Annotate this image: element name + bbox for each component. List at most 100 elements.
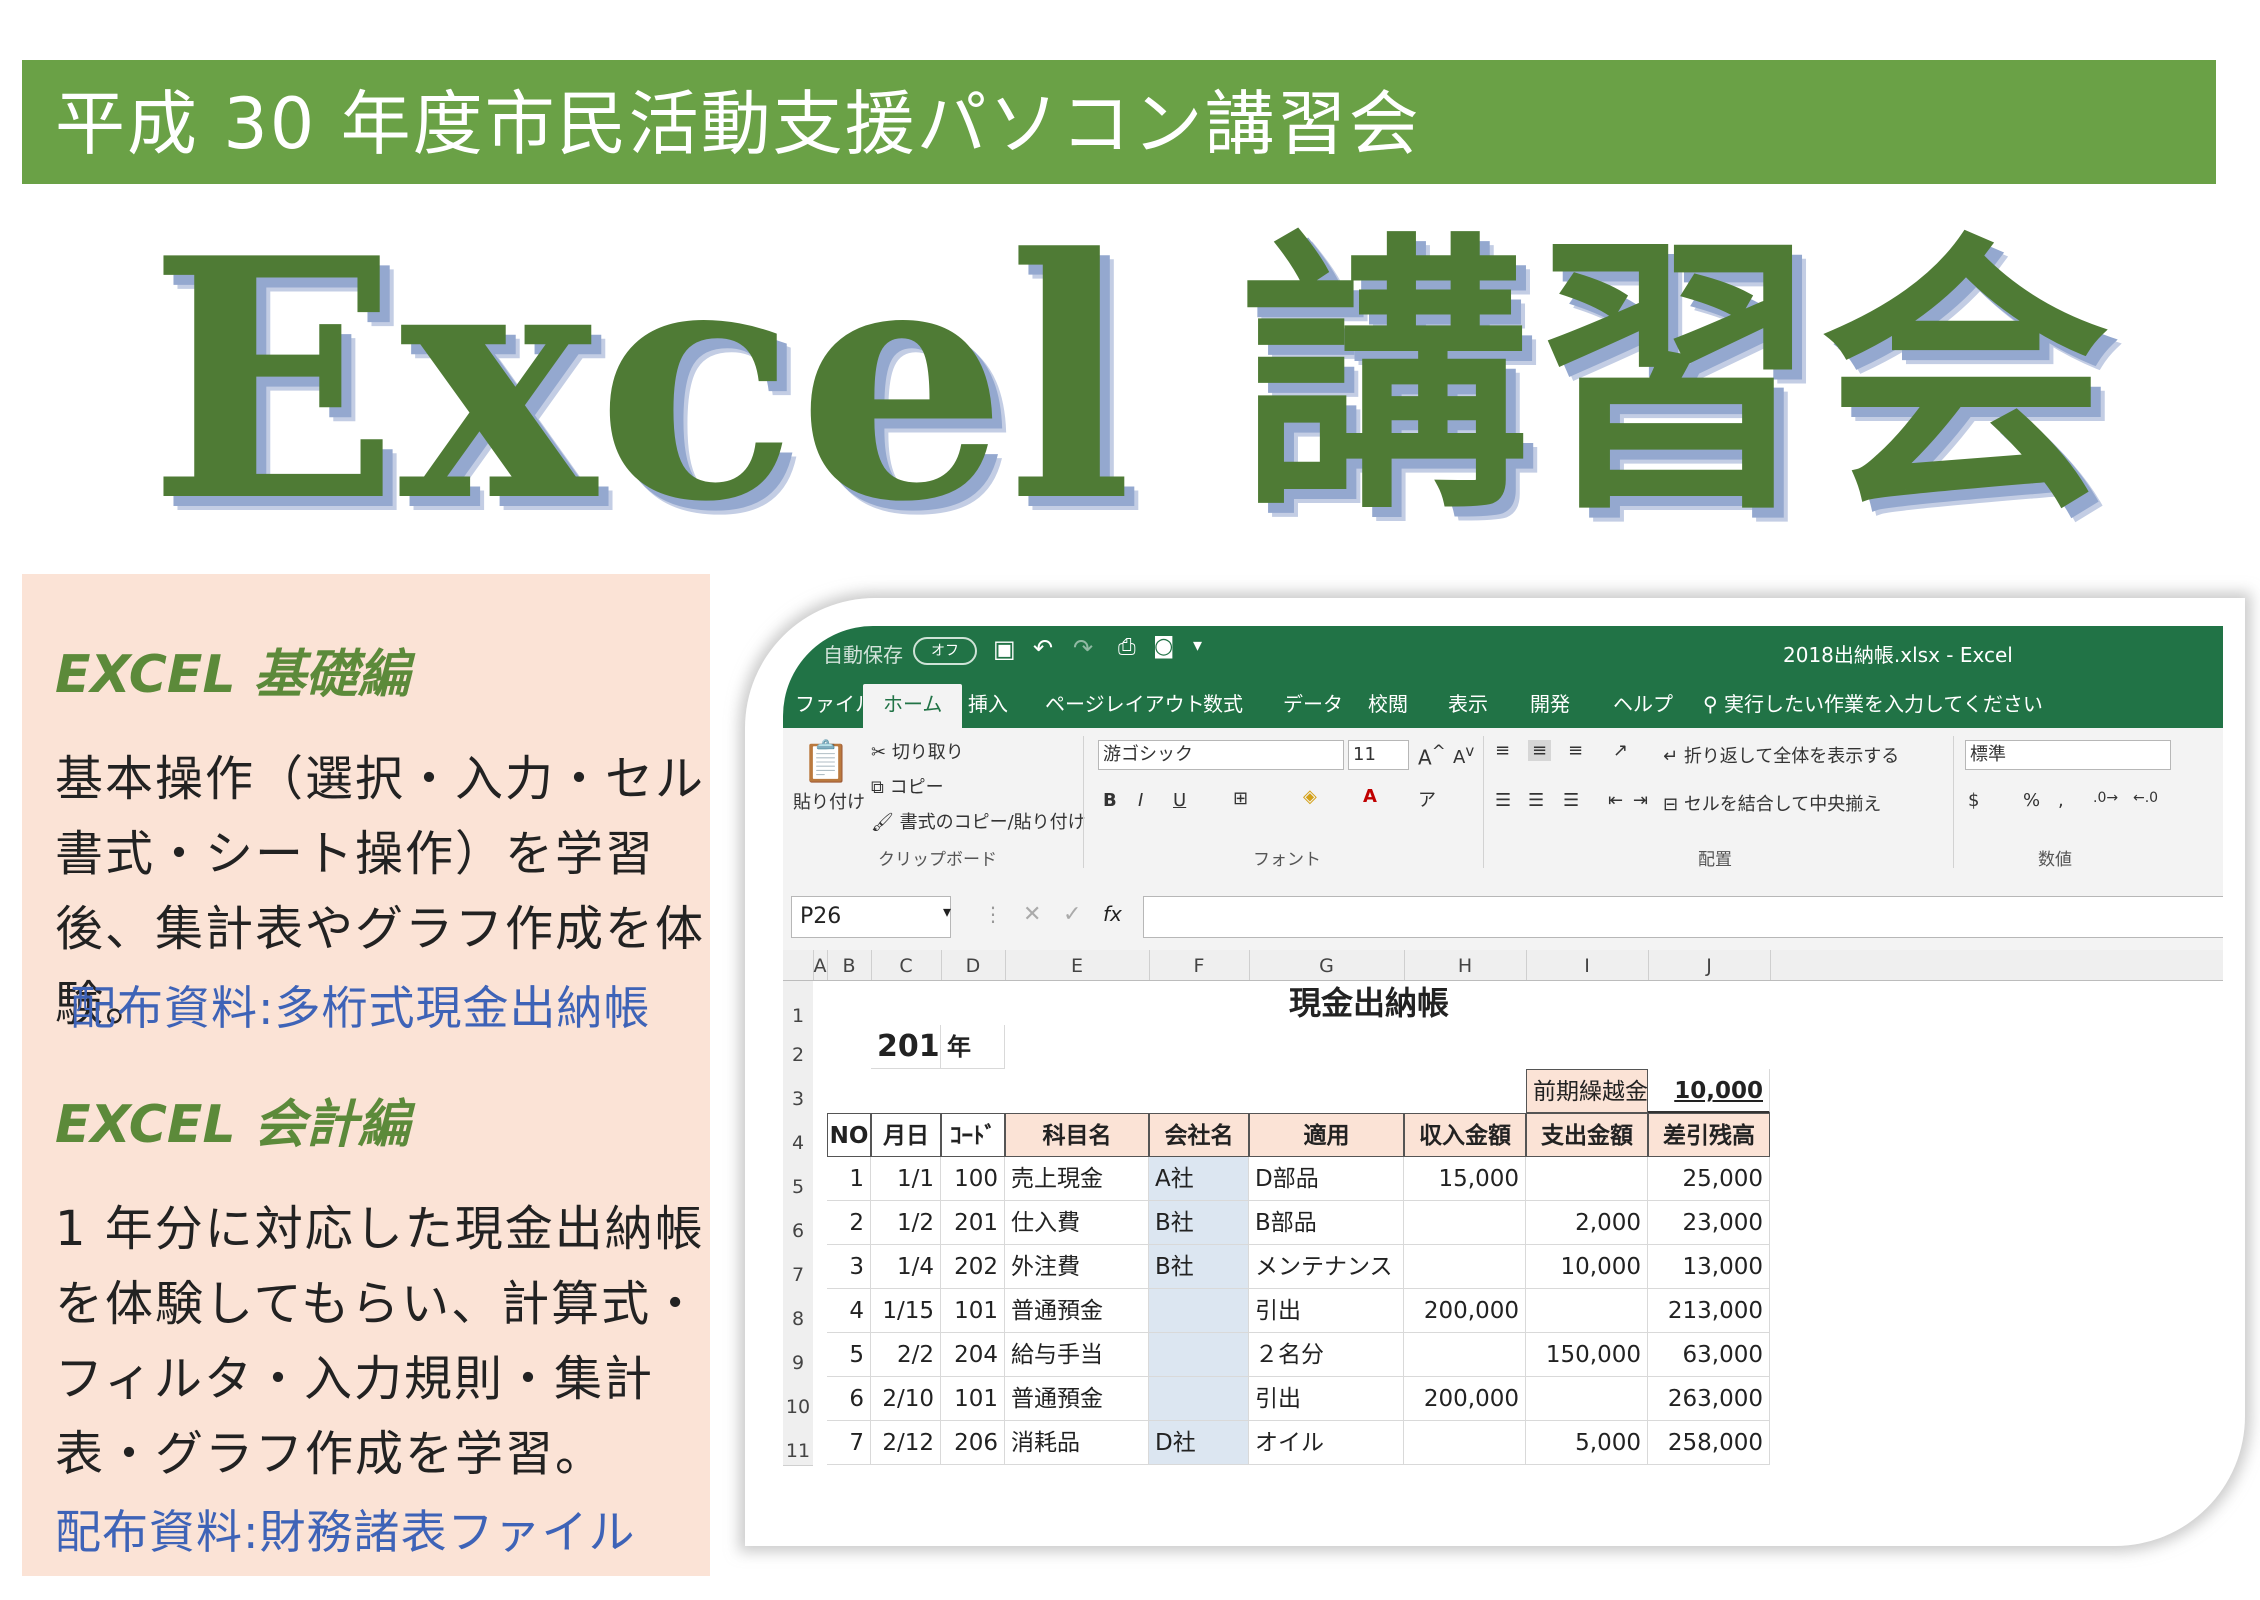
carryover-label-cell[interactable]: 前期繰越金	[1526, 1069, 1648, 1113]
number-format-select[interactable]: 標準	[1965, 740, 2171, 770]
column-header[interactable]: G	[1249, 950, 1405, 980]
table-cell[interactable]: 202	[941, 1245, 1005, 1289]
table-cell[interactable]: D社	[1149, 1421, 1249, 1465]
undo-icon[interactable]: ↶	[1033, 634, 1053, 662]
wrap-text-button[interactable]: ↵ 折り返して全体を表示する	[1663, 742, 1899, 768]
table-cell[interactable]: 外注費	[1005, 1245, 1149, 1289]
tab-view[interactable]: 表示	[1448, 688, 1488, 717]
header-cell[interactable]: 科目名	[1005, 1113, 1149, 1157]
table-cell[interactable]: 7	[827, 1421, 871, 1465]
table-cell[interactable]: 2,000	[1526, 1201, 1648, 1245]
table-cell[interactable]: D部品	[1249, 1157, 1404, 1201]
format-painter-button[interactable]: 🖌 書式のコピー/貼り付け	[871, 808, 1086, 834]
align-center-icon[interactable]: ☰	[1528, 790, 1544, 811]
increase-indent-icon[interactable]: ⇥	[1633, 790, 1648, 811]
table-cell[interactable]: B社	[1149, 1245, 1249, 1289]
decrease-indent-icon[interactable]: ⇤	[1608, 790, 1623, 811]
table-cell[interactable]: 3	[827, 1245, 871, 1289]
cut-button[interactable]: ✂ 切り取り	[871, 738, 964, 764]
select-all-corner[interactable]	[783, 950, 814, 980]
row-header[interactable]: 8	[783, 1289, 813, 1334]
table-cell[interactable]: 10,000	[1526, 1245, 1648, 1289]
table-cell[interactable]: 200,000	[1404, 1289, 1526, 1333]
table-cell[interactable]: 消耗品	[1005, 1421, 1149, 1465]
italic-icon[interactable]: I	[1138, 790, 1143, 811]
comma-icon[interactable]: ,	[2058, 790, 2064, 811]
table-cell[interactable]	[1149, 1333, 1249, 1377]
table-cell[interactable]: 63,000	[1648, 1333, 1770, 1377]
row-header[interactable]: 10	[783, 1377, 813, 1422]
save-icon[interactable]: ▣	[993, 635, 1016, 663]
column-header[interactable]: H	[1404, 950, 1527, 980]
paste-button[interactable]: 貼り付け	[793, 788, 865, 814]
cancel-icon[interactable]: ✕	[1023, 902, 1041, 927]
align-right-icon[interactable]: ☰	[1563, 790, 1579, 811]
table-cell[interactable]	[1526, 1157, 1648, 1201]
table-cell[interactable]	[1526, 1377, 1648, 1421]
font-size-select[interactable]: 11	[1348, 740, 1409, 770]
header-cell[interactable]: 適用	[1249, 1113, 1404, 1157]
camera-icon[interactable]: ◙	[1153, 634, 1174, 659]
table-cell[interactable]: 5,000	[1526, 1421, 1648, 1465]
print-preview-icon[interactable]: ⎙	[1118, 635, 1136, 660]
autosave-toggle[interactable]: オフ	[913, 637, 977, 665]
row-header[interactable]: 5	[783, 1157, 813, 1202]
enter-icon[interactable]: ✓	[1063, 902, 1081, 927]
table-cell[interactable]: 1/2	[871, 1201, 941, 1245]
column-header[interactable]: C	[871, 950, 942, 980]
table-cell[interactable]: B社	[1149, 1201, 1249, 1245]
column-header[interactable]: A	[813, 950, 828, 980]
table-cell[interactable]: 101	[941, 1289, 1005, 1333]
table-cell[interactable]: ２名分	[1249, 1333, 1404, 1377]
table-cell[interactable]: 206	[941, 1421, 1005, 1465]
redo-icon[interactable]: ↷	[1073, 634, 1093, 662]
header-cell[interactable]: 会社名	[1149, 1113, 1249, 1157]
tab-developer[interactable]: 開発	[1530, 688, 1570, 717]
table-cell[interactable]: 普通預金	[1005, 1377, 1149, 1421]
table-cell[interactable]: 売上現金	[1005, 1157, 1149, 1201]
row-header[interactable]: 11	[783, 1421, 813, 1466]
table-cell[interactable]	[1404, 1333, 1526, 1377]
header-cell[interactable]: 収入金額	[1404, 1113, 1526, 1157]
table-cell[interactable]: 2	[827, 1201, 871, 1245]
fill-color-icon[interactable]: ◈	[1303, 786, 1317, 807]
table-cell[interactable]: 204	[941, 1333, 1005, 1377]
carryover-value-cell[interactable]: 10,000	[1648, 1069, 1770, 1113]
table-cell[interactable]	[1404, 1421, 1526, 1465]
row-header[interactable]: 9	[783, 1333, 813, 1378]
paste-icon[interactable]: 📋	[801, 738, 851, 785]
table-cell[interactable]: 仕入費	[1005, 1201, 1149, 1245]
table-cell[interactable]: 2/2	[871, 1333, 941, 1377]
year-unit-cell[interactable]: 年	[941, 1025, 1005, 1069]
table-cell[interactable]: 15,000	[1404, 1157, 1526, 1201]
copy-button[interactable]: ⧉ コピー	[871, 773, 944, 799]
table-cell[interactable]: A社	[1149, 1157, 1249, 1201]
sheet-title-cell[interactable]: 現金出納帳	[1249, 981, 1649, 1025]
row-header[interactable]: 6	[783, 1201, 813, 1246]
table-cell[interactable]	[1149, 1377, 1249, 1421]
bold-icon[interactable]: B	[1103, 790, 1117, 811]
table-cell[interactable]: オイル	[1249, 1421, 1404, 1465]
table-cell[interactable]	[1404, 1245, 1526, 1289]
table-cell[interactable]: 1/15	[871, 1289, 941, 1333]
table-cell[interactable]: 給与手当	[1005, 1333, 1149, 1377]
column-header[interactable]: D	[941, 950, 1006, 980]
autosave-label[interactable]: 自動保存	[823, 639, 903, 668]
table-cell[interactable]: 201	[941, 1201, 1005, 1245]
table-cell[interactable]	[1526, 1289, 1648, 1333]
header-cell[interactable]: 月日	[871, 1113, 941, 1157]
table-cell[interactable]: 引出	[1249, 1377, 1404, 1421]
insert-function-icon[interactable]: fx	[1103, 902, 1122, 926]
borders-icon[interactable]: ⊞	[1233, 788, 1248, 809]
table-cell[interactable]	[1149, 1289, 1249, 1333]
accounting-format-icon[interactable]: $	[1968, 790, 1979, 811]
year-value-cell[interactable]: 2018	[871, 1025, 941, 1069]
column-header[interactable]: E	[1005, 950, 1150, 980]
table-cell[interactable]: 2/10	[871, 1377, 941, 1421]
row-header[interactable]: 1	[783, 981, 813, 1027]
table-cell[interactable]: 5	[827, 1333, 871, 1377]
tell-me-search[interactable]: ⚲ 実行したい作業を入力してください	[1703, 688, 2043, 717]
table-cell[interactable]: 1/1	[871, 1157, 941, 1201]
column-header[interactable]: F	[1149, 950, 1250, 980]
row-header[interactable]: 4	[783, 1113, 813, 1158]
